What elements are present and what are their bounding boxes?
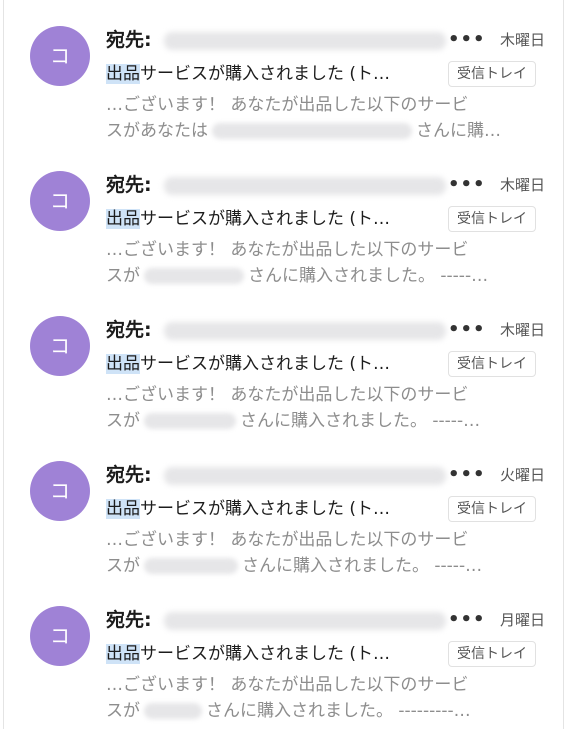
redacted-recipient: [164, 177, 446, 195]
inbox-tag[interactable]: 受信トレイ: [448, 351, 536, 377]
snippet-line-1: …ございます！ あなたが出品した以下のサービ: [106, 675, 469, 695]
search-highlight: 出品: [106, 499, 140, 519]
redacted-recipient: [164, 32, 446, 50]
mail-subject: 出品サービスが購入されました (ト…: [106, 205, 446, 233]
subject-text: サービスが購入されました (ト…: [140, 499, 391, 519]
snippet-line-1: …ございます！ あなたが出品した以下のサービ: [106, 530, 469, 550]
snippet-line-2: スが さんに購入されました。 ---------…: [106, 698, 536, 724]
sender-avatar: コ: [30, 26, 90, 86]
mail-date: 火曜日: [499, 466, 545, 484]
snippet-line-2: スがあなたは さんに購…: [106, 118, 536, 144]
sender-avatar: コ: [30, 316, 90, 376]
snippet-line-1: …ございます！ あなたが出品した以下のサービ: [106, 385, 469, 405]
redacted-name: [144, 268, 244, 284]
sender-avatar: コ: [30, 606, 90, 666]
mail-list: コ 宛先: ••• 木曜日 出品サービスが購入されました (ト… 受信トレイ ……: [3, 0, 564, 729]
snippet-text: さんに購入されました。 ---------…: [206, 701, 471, 721]
recipient-label: 宛先:: [106, 464, 152, 486]
mail-snippet: …ございます！ あなたが出品した以下のサービ スが さんに購入されました。 ---…: [106, 527, 536, 579]
snippet-text: スが: [106, 556, 140, 576]
recipient-label: 宛先:: [106, 609, 152, 631]
redacted-name: [144, 558, 238, 574]
snippet-text: さんに購…: [416, 121, 501, 141]
redacted-recipient: [164, 612, 446, 630]
recipient-label: 宛先:: [106, 174, 152, 196]
snippet-text: スが: [106, 701, 140, 721]
mail-date: 木曜日: [499, 176, 545, 194]
mail-item[interactable]: コ 宛先: ••• 木曜日 出品サービスが購入されました (ト… 受信トレイ ……: [4, 145, 565, 290]
more-options-icon[interactable]: •••: [448, 316, 486, 344]
redacted-name: [144, 413, 236, 429]
snippet-text: さんに購入されました。 -----…: [248, 266, 489, 286]
mail-date: 木曜日: [499, 321, 545, 339]
snippet-text: スが: [106, 266, 140, 286]
snippet-text: さんに購入されました。 -----…: [240, 411, 481, 431]
inbox-tag[interactable]: 受信トレイ: [448, 641, 536, 667]
recipient-label: 宛先:: [106, 29, 152, 51]
snippet-text: スが: [106, 411, 140, 431]
search-highlight: 出品: [106, 209, 140, 229]
snippet-line-2: スが さんに購入されました。 -----…: [106, 408, 536, 434]
mail-date: 月曜日: [499, 611, 545, 629]
search-highlight: 出品: [106, 644, 140, 664]
search-highlight: 出品: [106, 354, 140, 374]
redacted-recipient: [164, 322, 446, 340]
subject-text: サービスが購入されました (ト…: [140, 354, 391, 374]
search-highlight: 出品: [106, 64, 140, 84]
inbox-tag[interactable]: 受信トレイ: [448, 496, 536, 522]
mail-date: 木曜日: [499, 31, 545, 49]
mail-item[interactable]: コ 宛先: ••• 木曜日 出品サービスが購入されました (ト… 受信トレイ ……: [4, 290, 565, 435]
subject-text: サービスが購入されました (ト…: [140, 64, 391, 84]
redacted-name: [144, 703, 202, 719]
more-options-icon[interactable]: •••: [448, 461, 486, 489]
sender-avatar: コ: [30, 171, 90, 231]
inbox-tag[interactable]: 受信トレイ: [448, 206, 536, 232]
mail-item[interactable]: コ 宛先: ••• 火曜日 出品サービスが購入されました (ト… 受信トレイ ……: [4, 435, 565, 580]
sender-avatar: コ: [30, 461, 90, 521]
snippet-line-2: スが さんに購入されました。 -----…: [106, 263, 536, 289]
mail-snippet: …ございます！ あなたが出品した以下のサービ スが さんに購入されました。 ---…: [106, 382, 536, 434]
more-options-icon[interactable]: •••: [448, 171, 486, 199]
mail-snippet: …ございます！ あなたが出品した以下のサービ スがあなたは さんに購…: [106, 92, 536, 144]
subject-text: サービスが購入されました (ト…: [140, 209, 391, 229]
mail-subject: 出品サービスが購入されました (ト…: [106, 495, 446, 523]
mail-item[interactable]: コ 宛先: ••• 木曜日 出品サービスが購入されました (ト… 受信トレイ ……: [4, 0, 565, 145]
recipient-label: 宛先:: [106, 319, 152, 341]
mail-snippet: …ございます！ あなたが出品した以下のサービ スが さんに購入されました。 ---…: [106, 237, 536, 289]
subject-text: サービスが購入されました (ト…: [140, 644, 391, 664]
snippet-line-2: スが さんに購入されました。 -----…: [106, 553, 536, 579]
redacted-name: [212, 123, 412, 139]
mail-subject: 出品サービスが購入されました (ト…: [106, 60, 446, 88]
snippet-text: スがあなたは: [106, 121, 208, 141]
mail-subject: 出品サービスが購入されました (ト…: [106, 640, 446, 668]
mail-item[interactable]: コ 宛先: ••• 月曜日 出品サービスが購入されました (ト… 受信トレイ ……: [4, 580, 565, 725]
redacted-recipient: [164, 467, 446, 485]
more-options-icon[interactable]: •••: [448, 26, 486, 54]
more-options-icon[interactable]: •••: [448, 606, 486, 634]
mail-subject: 出品サービスが購入されました (ト…: [106, 350, 446, 378]
mail-snippet: …ございます！ あなたが出品した以下のサービ スが さんに購入されました。 ---…: [106, 672, 536, 724]
snippet-text: さんに購入されました。 -----…: [242, 556, 483, 576]
inbox-tag[interactable]: 受信トレイ: [448, 61, 536, 87]
snippet-line-1: …ございます！ あなたが出品した以下のサービ: [106, 95, 469, 115]
snippet-line-1: …ございます！ あなたが出品した以下のサービ: [106, 240, 469, 260]
